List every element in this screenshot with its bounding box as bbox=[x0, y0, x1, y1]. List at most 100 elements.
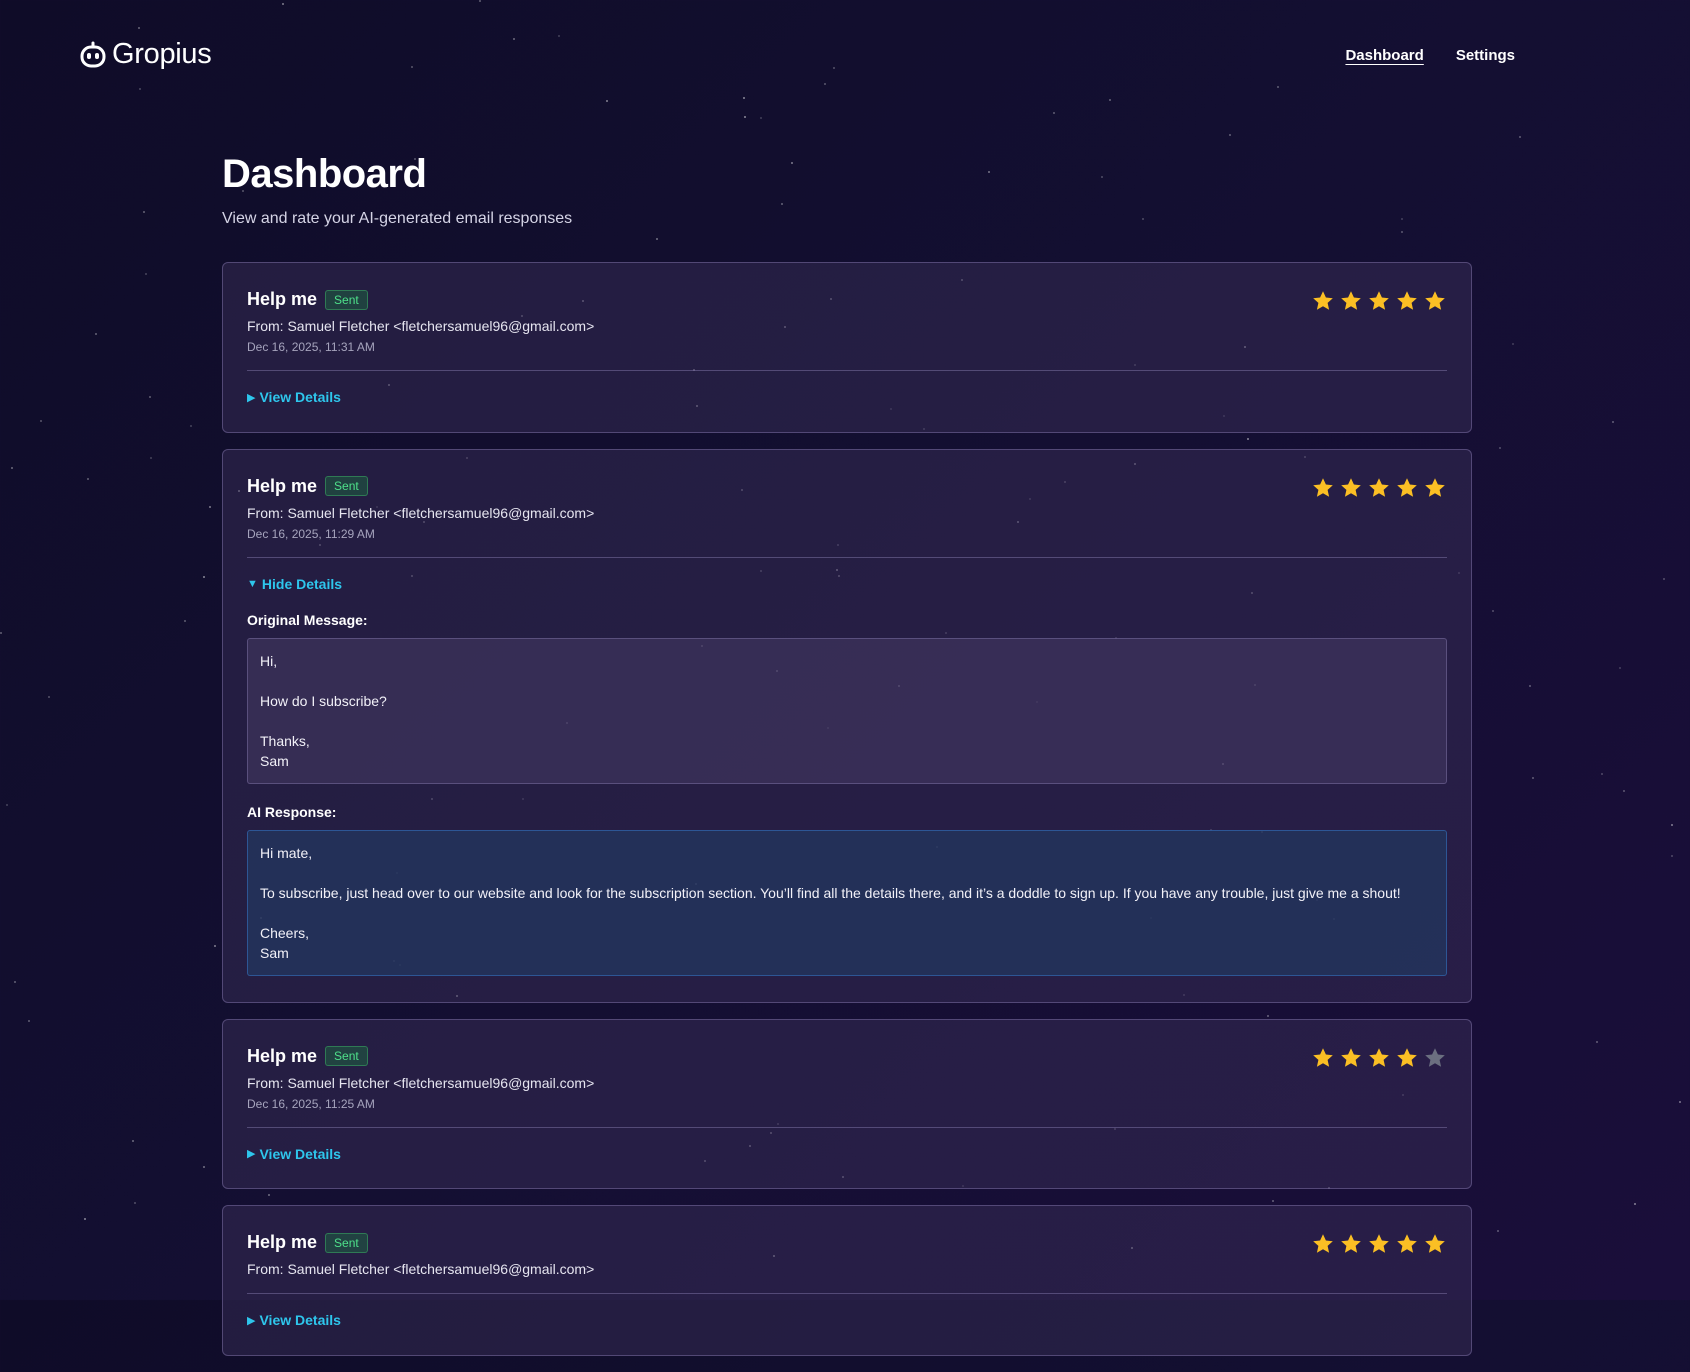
nav-link-settings[interactable]: Settings bbox=[1456, 47, 1515, 64]
background-star bbox=[143, 211, 145, 213]
toggle-label: Hide Details bbox=[261, 575, 343, 592]
logo-text: Gropius bbox=[112, 38, 212, 70]
star-icon[interactable] bbox=[1423, 1232, 1447, 1256]
star-icon[interactable] bbox=[1311, 1046, 1335, 1070]
background-star bbox=[1229, 134, 1231, 136]
star-icon[interactable] bbox=[1367, 1046, 1391, 1070]
status-badge: Sent bbox=[325, 1046, 368, 1066]
background-star bbox=[1499, 447, 1501, 449]
background-star bbox=[1401, 218, 1403, 220]
email-from: From: Samuel Fletcher <fletchersamuel96@… bbox=[247, 1075, 1447, 1091]
email-card: Help me Sent From: Samuel Fletcher <fletch… bbox=[222, 448, 1472, 1003]
background-star bbox=[1679, 1101, 1681, 1103]
background-star bbox=[6, 804, 8, 806]
nav-link-dashboard[interactable]: Dashboard bbox=[1345, 47, 1423, 64]
card-divider bbox=[247, 370, 1447, 371]
background-star bbox=[411, 66, 413, 68]
status-badge: Sent bbox=[325, 476, 368, 496]
background-star bbox=[95, 333, 97, 335]
background-star bbox=[87, 478, 89, 480]
original-message-label: Original Message: bbox=[247, 611, 368, 628]
star-icon[interactable] bbox=[1311, 1232, 1335, 1256]
background-star bbox=[11, 467, 13, 469]
email-card: Help me Sent From: Samuel Fletcher <fletch… bbox=[222, 262, 1472, 433]
background-star bbox=[139, 88, 141, 90]
email-from: From: Samuel Fletcher <fletchersamuel96@… bbox=[247, 505, 1447, 521]
sender-address: Samuel Fletcher <fletchersamuel96@gmail.… bbox=[287, 504, 595, 521]
star-icon[interactable] bbox=[1367, 1232, 1391, 1256]
toggle-label: View Details bbox=[259, 1145, 341, 1162]
view-details-toggle[interactable]: ▶ View Details bbox=[247, 1312, 341, 1328]
background-star bbox=[145, 273, 147, 275]
star-icon[interactable] bbox=[1423, 1046, 1447, 1070]
view-details-toggle[interactable]: ▶ View Details bbox=[247, 1146, 341, 1162]
star-rating bbox=[1311, 1046, 1447, 1070]
card-header: Help me Sent bbox=[247, 476, 1447, 497]
background-star bbox=[138, 27, 140, 29]
background-star bbox=[988, 171, 990, 173]
star-icon[interactable] bbox=[1395, 476, 1419, 500]
background-star bbox=[214, 945, 216, 947]
background-star bbox=[209, 506, 211, 508]
star-icon[interactable] bbox=[1423, 476, 1447, 500]
background-star bbox=[0, 632, 2, 634]
view-details-toggle[interactable]: ▶ View Details bbox=[247, 389, 341, 405]
background-star bbox=[184, 620, 186, 622]
background-star bbox=[1634, 1203, 1636, 1205]
email-card: Help me Sent From: Samuel Fletcher <fletch… bbox=[222, 1205, 1472, 1356]
ai-response-box: Hi mate, To subscribe, just head over to… bbox=[247, 829, 1447, 976]
background-star bbox=[40, 420, 42, 422]
background-star bbox=[558, 35, 560, 37]
background-star bbox=[84, 1218, 86, 1220]
triangle-right-icon: ▶ bbox=[247, 1314, 256, 1327]
star-icon[interactable] bbox=[1311, 476, 1335, 500]
star-icon[interactable] bbox=[1367, 289, 1391, 313]
email-card: Help me Sent From: Samuel Fletcher <fletch… bbox=[222, 1018, 1472, 1189]
email-date: Dec 16, 2025, 11:29 AM bbox=[247, 526, 375, 541]
email-from: From: Samuel Fletcher <fletchersamuel96@… bbox=[247, 318, 1447, 334]
from-label: From: bbox=[247, 1261, 284, 1277]
star-icon[interactable] bbox=[1395, 289, 1419, 313]
background-star bbox=[28, 1020, 30, 1022]
star-rating bbox=[1311, 289, 1447, 313]
background-star bbox=[1601, 773, 1603, 775]
email-subject: Help me bbox=[247, 1232, 318, 1252]
card-divider bbox=[247, 556, 1447, 558]
background-star bbox=[282, 3, 284, 5]
star-icon[interactable] bbox=[1367, 476, 1391, 500]
background-star bbox=[1671, 824, 1673, 826]
star-icon[interactable] bbox=[1339, 289, 1363, 313]
background-star bbox=[824, 83, 826, 85]
email-subject: Help me bbox=[247, 1045, 318, 1066]
background-star bbox=[1492, 610, 1494, 612]
star-icon[interactable] bbox=[1339, 476, 1363, 500]
star-icon[interactable] bbox=[1395, 1046, 1419, 1070]
email-date: Dec 16, 2025, 11:31 AM bbox=[247, 340, 375, 354]
star-icon[interactable] bbox=[1311, 289, 1335, 313]
hide-details-toggle[interactable]: ▼ Hide Details bbox=[247, 576, 342, 592]
status-badge: Sent bbox=[325, 289, 368, 310]
top-nav: Dashboard Settings bbox=[1345, 47, 1515, 64]
background-star bbox=[513, 38, 515, 40]
star-icon[interactable] bbox=[1395, 1232, 1419, 1256]
ai-response-label: AI Response: bbox=[247, 803, 337, 820]
background-star bbox=[149, 396, 151, 398]
background-star bbox=[48, 696, 50, 698]
card-header: Help me Sent bbox=[247, 1232, 1447, 1253]
triangle-right-icon: ▶ bbox=[247, 1148, 256, 1160]
background-star bbox=[1053, 112, 1055, 114]
background-star bbox=[1401, 231, 1403, 233]
star-icon[interactable] bbox=[1423, 289, 1447, 313]
background-star bbox=[743, 97, 745, 99]
triangle-down-icon: ▼ bbox=[247, 577, 258, 590]
email-subject: Help me bbox=[247, 475, 318, 496]
background-star bbox=[1596, 1041, 1598, 1043]
background-star bbox=[203, 1166, 205, 1168]
star-rating bbox=[1311, 1232, 1447, 1256]
background-star bbox=[1519, 136, 1521, 138]
background-star bbox=[606, 100, 608, 102]
background-star bbox=[760, 117, 762, 119]
star-icon[interactable] bbox=[1339, 1232, 1363, 1256]
star-icon[interactable] bbox=[1339, 1046, 1363, 1070]
app-logo[interactable]: Gropius bbox=[78, 38, 212, 71]
